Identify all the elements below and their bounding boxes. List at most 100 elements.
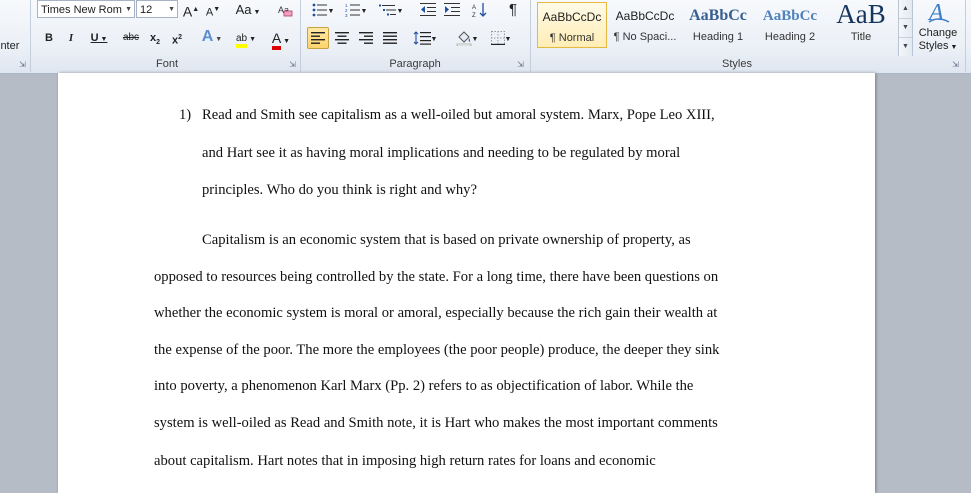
- bullets-button[interactable]: ▼: [309, 0, 337, 20]
- decrease-indent-icon: [420, 3, 436, 17]
- align-center-icon: [335, 32, 349, 44]
- separator: [30, 0, 31, 72]
- justify-button[interactable]: [379, 28, 401, 48]
- styles-group-label: Styles: [722, 58, 752, 70]
- clear-formatting-icon: Aa: [278, 5, 293, 17]
- sort-icon: A Z: [472, 3, 487, 19]
- font-size-value: 12: [140, 4, 153, 16]
- style-title[interactable]: AaB Title: [826, 2, 896, 48]
- answer-line: the expense of the poor. The more the em…: [154, 342, 720, 358]
- answer-line: about capitalism. Hart notes that in imp…: [154, 453, 656, 469]
- increase-indent-button[interactable]: [442, 0, 462, 20]
- bold-button[interactable]: B: [40, 28, 58, 48]
- style-name: ¶ No Spaci...: [613, 31, 677, 43]
- borders-icon: [490, 31, 505, 46]
- show-formatting-marks-button[interactable]: ¶: [503, 0, 523, 20]
- pilcrow-icon: ¶: [508, 1, 518, 18]
- font-size-select[interactable]: 12 ▼: [136, 0, 178, 18]
- answer-line: opposed to resources being controlled by…: [154, 269, 719, 285]
- style-no-spacing[interactable]: AaBbCcDc ¶ No Spaci...: [610, 2, 680, 48]
- align-right-button[interactable]: [355, 28, 377, 48]
- style-name: Title: [850, 31, 872, 43]
- answer-line: system is well-oiled as Read and Smith n…: [154, 415, 718, 431]
- scroll-up-icon[interactable]: ▲: [899, 0, 912, 18]
- highlight-icon: ab: [236, 33, 248, 48]
- document-page[interactable]: 1) Read and Smith see capitalism as a we…: [58, 73, 875, 493]
- style-heading-2[interactable]: AaBbCc Heading 2: [755, 2, 825, 48]
- font-color-button[interactable]: A ▼: [266, 28, 296, 50]
- align-center-button[interactable]: [331, 28, 353, 48]
- line-spacing-icon: [413, 31, 431, 45]
- change-styles-icon: A: [927, 0, 950, 26]
- font-family-select[interactable]: Times New Rom ▼: [37, 0, 135, 18]
- scroll-down-icon[interactable]: ▼: [899, 18, 912, 37]
- clear-formatting-button[interactable]: Aa: [275, 0, 295, 20]
- svg-text:3: 3: [345, 13, 348, 17]
- style-name: Heading 2: [764, 31, 816, 43]
- svg-text:Z: Z: [472, 13, 476, 18]
- decrease-indent-button[interactable]: [418, 0, 438, 20]
- paragraph-dialog-launcher-icon[interactable]: ⇲: [516, 60, 525, 69]
- text-effects-button[interactable]: A ▼: [198, 27, 226, 47]
- change-case-button[interactable]: Aa ▼: [233, 0, 263, 20]
- grow-font-icon: A: [182, 3, 193, 20]
- style-heading-1[interactable]: AaBbCc Heading 1: [683, 2, 753, 48]
- sort-button[interactable]: A Z: [470, 0, 490, 20]
- underline-button[interactable]: U ▼: [86, 28, 112, 48]
- paragraph-group-label: Paragraph: [389, 58, 441, 70]
- subscript-button[interactable]: x2: [146, 28, 164, 48]
- chevron-down-icon: ▼: [125, 6, 132, 13]
- font-group-label: Font: [155, 58, 178, 70]
- increase-indent-icon: [444, 3, 460, 17]
- svg-text:A: A: [927, 0, 944, 24]
- separator: [530, 0, 531, 72]
- separator: [300, 0, 301, 72]
- grow-font-button[interactable]: A▲: [181, 0, 201, 20]
- strikethrough-button[interactable]: abc: [120, 28, 142, 48]
- change-case-icon: Aa: [235, 2, 252, 17]
- style-sample: AaBbCcDc: [615, 9, 675, 23]
- style-name: Heading 1: [692, 31, 744, 43]
- multilevel-list-icon: [378, 4, 396, 16]
- style-name: ¶ Normal: [549, 32, 595, 44]
- numbering-icon: 1 2 3: [345, 3, 360, 18]
- answer-line: whether the economic system is moral or …: [154, 305, 718, 321]
- format-painter-label: inter: [0, 40, 20, 52]
- justify-icon: [383, 32, 397, 44]
- styles-dialog-launcher-icon[interactable]: ⇲: [951, 60, 960, 69]
- bullets-icon: [312, 3, 327, 17]
- multilevel-list-button[interactable]: ▼: [376, 0, 406, 20]
- font-color-icon: A: [271, 30, 282, 50]
- change-styles-label-1: Change: [918, 27, 958, 39]
- question-line: principles. Who do you think is right an…: [202, 182, 477, 198]
- font-family-value: Times New Rom: [41, 4, 122, 16]
- numbering-button[interactable]: 1 2 3 ▼: [342, 0, 370, 20]
- question-line: and Hart see it as having moral implicat…: [202, 145, 681, 161]
- line-spacing-button[interactable]: ▼: [410, 28, 440, 48]
- style-sample: AaBbCc: [689, 7, 747, 24]
- clipboard-dialog-launcher-icon[interactable]: ⇲: [18, 60, 27, 69]
- text-effects-icon: A: [201, 28, 214, 45]
- more-styles-icon[interactable]: ▼: [899, 37, 912, 56]
- shading-button[interactable]: ▼: [452, 28, 482, 48]
- borders-button[interactable]: ▼: [486, 28, 516, 48]
- chevron-down-icon: ▼: [168, 6, 175, 13]
- align-left-button[interactable]: [307, 27, 329, 49]
- style-normal[interactable]: AaBbCcDc ¶ Normal: [537, 2, 607, 48]
- styles-gallery-scroll[interactable]: ▲ ▼ ▼: [898, 0, 913, 56]
- align-right-icon: [359, 32, 373, 44]
- question-number: 1): [179, 107, 192, 123]
- format-painter-button[interactable]: inter: [0, 36, 26, 56]
- highlight-button[interactable]: ab ▼: [231, 28, 261, 48]
- italic-icon: I: [68, 32, 74, 44]
- change-styles-label-2: Styles: [918, 40, 949, 52]
- style-sample: AaB: [836, 2, 886, 29]
- underline-icon: U: [90, 32, 99, 44]
- superscript-button[interactable]: x2: [168, 28, 186, 48]
- question-line: Read and Smith see capitalism as a well-…: [202, 107, 715, 123]
- italic-button[interactable]: I: [62, 28, 80, 48]
- shrink-font-button[interactable]: A▼: [203, 0, 223, 20]
- change-styles-button[interactable]: A Change Styles ▼: [913, 0, 963, 56]
- font-dialog-launcher-icon[interactable]: ⇲: [288, 60, 297, 69]
- align-left-icon: [311, 32, 325, 44]
